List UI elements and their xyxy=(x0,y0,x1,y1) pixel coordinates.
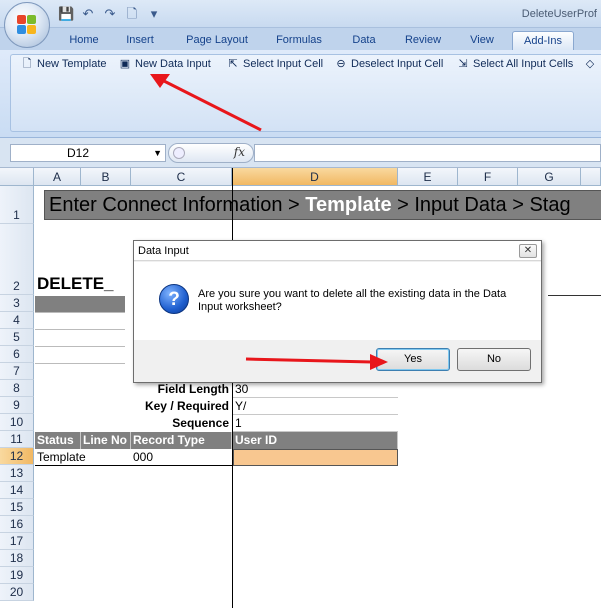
ribbon: 🗋 New Template ▣ New Data Input ⇱ Select… xyxy=(0,50,601,138)
header-line-no: Line No xyxy=(81,432,131,449)
row-header-15[interactable]: 15 xyxy=(0,499,34,516)
name-box[interactable]: D12 ▼ xyxy=(10,144,166,162)
row-header-12[interactable]: 12 xyxy=(0,448,34,465)
column-header-c[interactable]: C xyxy=(131,168,232,186)
dialog-body: ? Are you sure you want to delete all th… xyxy=(134,262,541,340)
row-header-11[interactable]: 11 xyxy=(0,431,34,448)
expand-icon xyxy=(173,147,185,159)
field-length-value[interactable]: 30 xyxy=(233,381,398,398)
question-icon: ? xyxy=(159,284,189,314)
row-header-16[interactable]: 16 xyxy=(0,516,34,533)
cell-user-id-selected[interactable] xyxy=(233,449,398,466)
data-input-dialog: Data Input ✕ ? Are you sure you want to … xyxy=(133,240,542,383)
tab-add-ins[interactable]: Add-Ins xyxy=(512,31,574,50)
field-length-label: Field Length xyxy=(157,382,229,396)
new-document-icon[interactable]: 🗋 xyxy=(124,6,140,22)
divider xyxy=(35,312,125,313)
no-button[interactable]: No xyxy=(457,348,531,371)
gray-block xyxy=(35,296,125,312)
office-logo-icon xyxy=(17,15,37,35)
row-header-14[interactable]: 14 xyxy=(0,482,34,499)
formula-bar: D12 ▼ fx xyxy=(0,138,601,168)
header-user-id: User ID xyxy=(233,432,398,449)
header-status: Status xyxy=(35,432,81,449)
column-header-b[interactable]: B xyxy=(81,168,131,186)
chevron-down-icon[interactable]: ▼ xyxy=(153,145,162,161)
key-required-label: Key / Required xyxy=(144,399,229,413)
divider xyxy=(35,363,125,364)
yes-button[interactable]: Yes xyxy=(376,348,450,371)
divider xyxy=(35,346,125,347)
column-header-g[interactable]: G xyxy=(518,168,581,186)
select-all-input-cells-button[interactable]: ⇲ Select All Input Cells xyxy=(456,56,573,72)
divider xyxy=(548,295,601,296)
row-header-5[interactable]: 5 xyxy=(0,329,34,346)
row-header-1[interactable]: 1 xyxy=(0,186,34,224)
key-required-value[interactable]: Y/ xyxy=(233,398,398,415)
tab-view[interactable]: View xyxy=(462,31,502,50)
tab-review[interactable]: Review xyxy=(398,31,448,50)
sequence-value[interactable]: 1 xyxy=(233,415,398,432)
ribbon-tabs: Home Insert Page Layout Formulas Data Re… xyxy=(0,28,601,50)
row-header-7[interactable]: 7 xyxy=(0,363,34,380)
tab-formulas[interactable]: Formulas xyxy=(268,31,330,50)
dialog-message: Are you sure you want to delete all the … xyxy=(198,288,507,313)
form-icon: ▣ xyxy=(119,58,131,70)
current-step-label: Template xyxy=(305,194,392,216)
quick-access-toolbar: 💾 ↶ ↷ 🗋 ▾ xyxy=(58,5,162,23)
new-template-button[interactable]: 🗋 New Template xyxy=(20,56,107,72)
tab-page-layout[interactable]: Page Layout xyxy=(178,31,256,50)
row-header-6[interactable]: 6 xyxy=(0,346,34,363)
column-split-line xyxy=(232,168,233,608)
row-header-18[interactable]: 18 xyxy=(0,550,34,567)
column-header-a[interactable]: A xyxy=(34,168,81,186)
circle-arrow-icon: ⊖ xyxy=(336,58,346,70)
new-data-input-button[interactable]: ▣ New Data Input xyxy=(118,56,211,72)
column-header-f[interactable]: F xyxy=(458,168,518,186)
row-header-3[interactable]: 3 xyxy=(0,295,34,312)
cursor-icon: ⇱ xyxy=(228,58,238,70)
row-header-13[interactable]: 13 xyxy=(0,465,34,482)
eraser-icon[interactable]: ◇ xyxy=(583,56,597,72)
row-header-9[interactable]: 9 xyxy=(0,397,34,414)
header-record-type: Record Type xyxy=(131,432,232,449)
sequence-label: Sequence xyxy=(172,416,229,430)
close-icon[interactable]: ✕ xyxy=(519,244,537,258)
process-step-banner: Enter Connect Information > Template > I… xyxy=(44,190,601,220)
formula-input[interactable] xyxy=(254,144,601,162)
column-header-e[interactable]: E xyxy=(398,168,458,186)
row-header-17[interactable]: 17 xyxy=(0,533,34,550)
select-all-corner[interactable] xyxy=(0,168,34,186)
column-header-d[interactable]: D xyxy=(232,168,398,186)
tab-data[interactable]: Data xyxy=(344,31,384,50)
multi-cursor-icon: ⇲ xyxy=(458,58,468,70)
row-header-10[interactable]: 10 xyxy=(0,414,34,431)
row-header-19[interactable]: 19 xyxy=(0,567,34,584)
cell-status-template[interactable]: Template xyxy=(35,449,131,466)
redo-icon[interactable]: ↷ xyxy=(102,6,118,22)
column-header-h[interactable] xyxy=(581,168,601,186)
save-icon[interactable]: 💾 xyxy=(58,6,74,22)
document-icon: 🗋 xyxy=(22,58,32,70)
tab-insert[interactable]: Insert xyxy=(118,31,162,50)
row-header-4[interactable]: 4 xyxy=(0,312,34,329)
row-header-20[interactable]: 20 xyxy=(0,584,34,601)
row-header-2[interactable]: 2 xyxy=(0,224,34,295)
title-bar: 💾 ↶ ↷ 🗋 ▾ DeleteUserProf xyxy=(0,0,601,28)
row-header-8[interactable]: 8 xyxy=(0,380,34,397)
divider xyxy=(35,329,125,330)
cell-record-type[interactable]: 000 xyxy=(131,449,232,466)
worksheet-grid[interactable]: A B C D E F G 1 2 3 4 5 6 7 8 9 10 11 12… xyxy=(0,168,601,608)
select-input-cell-button[interactable]: ⇱ Select Input Cell xyxy=(226,56,323,72)
sheet-title-delete: DELETE_ xyxy=(37,274,114,293)
deselect-input-cell-button[interactable]: ⊖ Deselect Input Cell xyxy=(334,56,443,72)
fx-icon: fx xyxy=(233,145,245,159)
office-button[interactable] xyxy=(4,2,50,48)
window-title: DeleteUserProf xyxy=(521,8,597,20)
insert-function-button[interactable]: fx xyxy=(168,143,254,163)
customize-toolbar-icon[interactable]: ▾ xyxy=(146,6,162,22)
dialog-title: Data Input xyxy=(134,241,541,261)
tab-home[interactable]: Home xyxy=(62,31,106,50)
undo-icon[interactable]: ↶ xyxy=(80,6,96,22)
